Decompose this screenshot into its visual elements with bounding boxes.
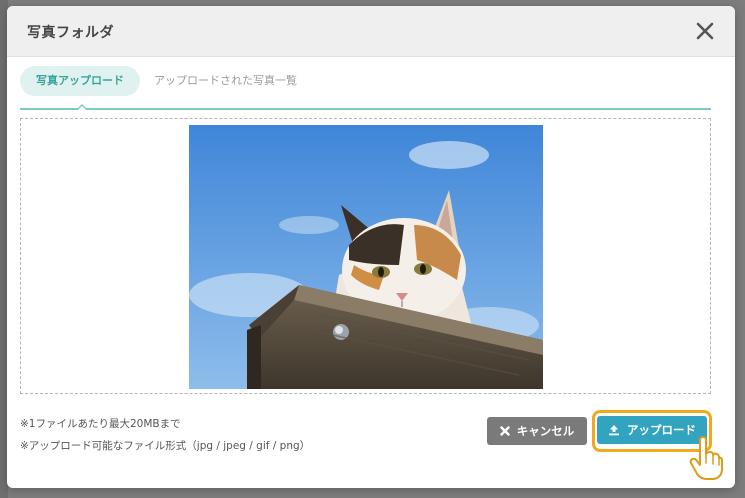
tab-photo-upload[interactable]: 写真アップロード [20,66,140,96]
hand-pointer-icon [689,436,723,480]
modal-header: 写真フォルダ [7,6,735,57]
upload-notes: ※1ファイルあたり最大20MBまで ※アップロード可能なファイル形式（jpg /… [20,413,310,457]
note-max-size: ※1ファイルあたり最大20MBまで [20,418,181,430]
photo-preview [189,125,543,389]
note-file-types: ※アップロード可能なファイル形式（jpg / jpeg / gif / png） [20,440,311,452]
close-icon [696,22,714,40]
tab-bar: 写真アップロード アップロードされた写真一覧 [20,64,711,110]
x-icon [500,426,510,436]
upload-dropzone[interactable] [20,118,711,394]
tab-uploaded-photos[interactable]: アップロードされた写真一覧 [140,66,311,96]
close-button[interactable] [693,19,717,43]
cancel-button[interactable]: キャンセル [487,417,587,445]
upload-icon [609,425,619,436]
active-tab-pointer [76,104,88,110]
upload-button-label: アップロード [627,423,696,437]
cat-photo-image [189,125,543,389]
cancel-button-label: キャンセル [516,424,575,438]
modal-title: 写真フォルダ [27,25,114,41]
